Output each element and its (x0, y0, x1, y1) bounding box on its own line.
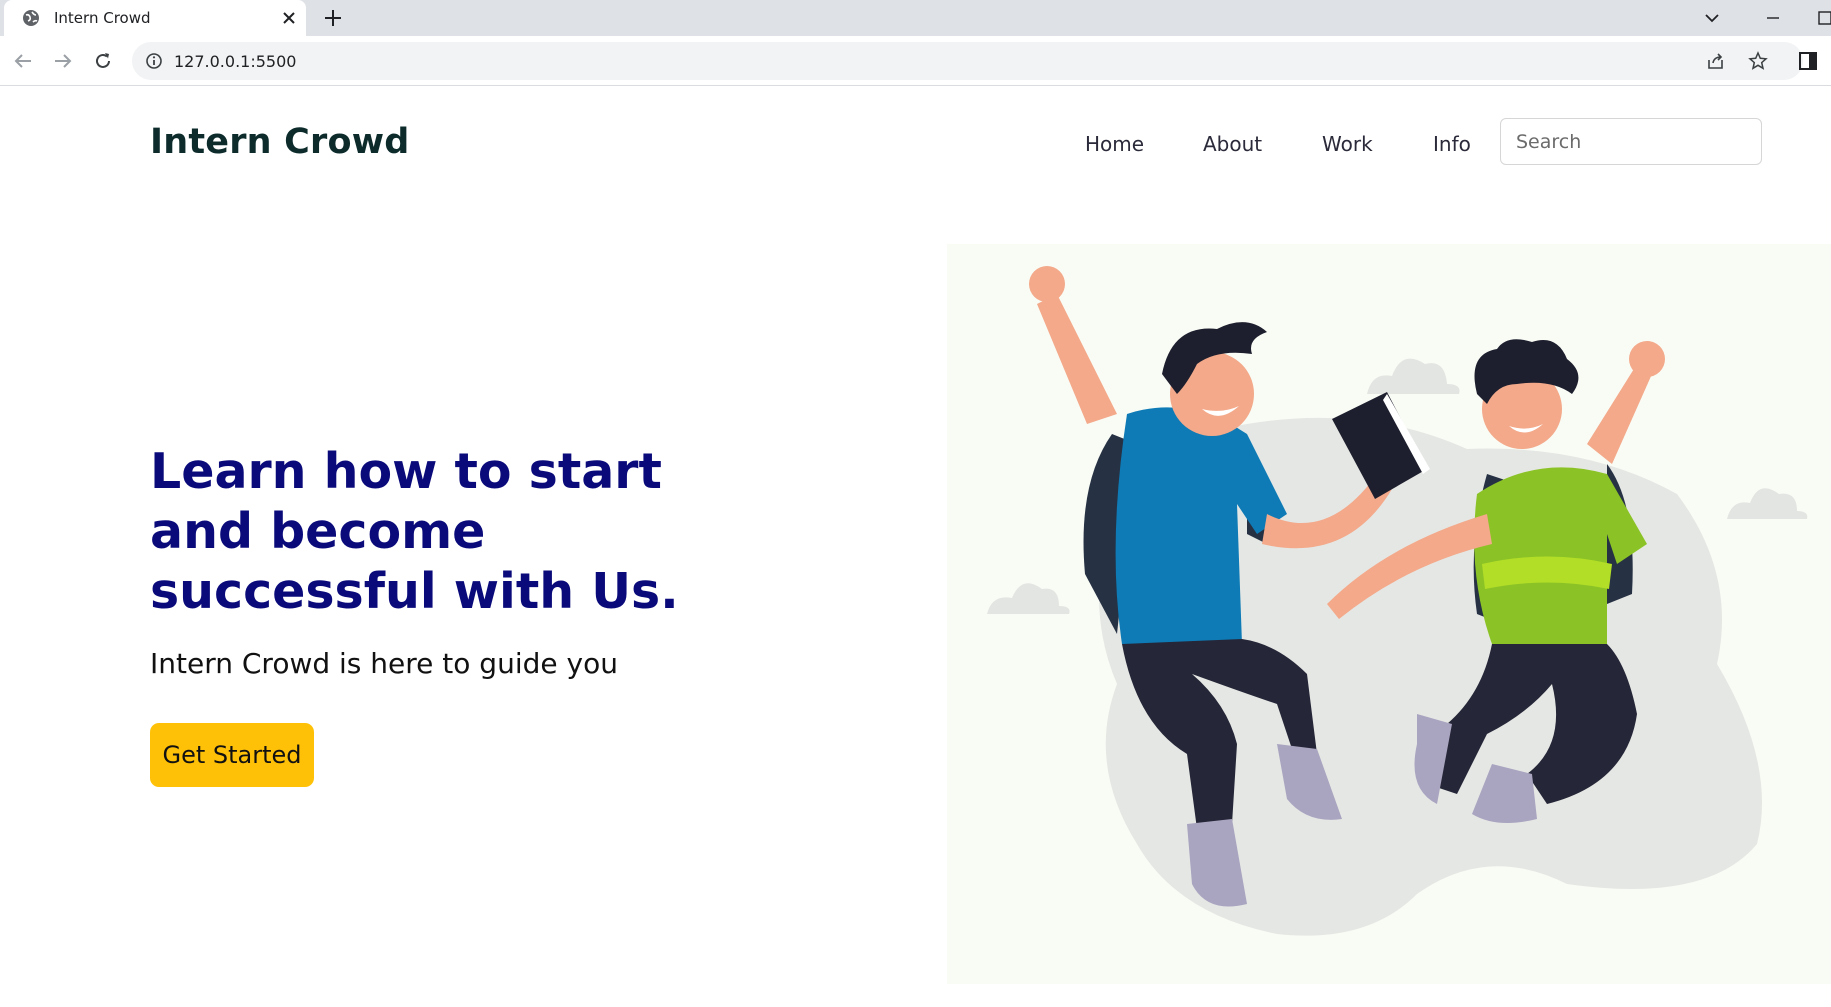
tab-title: Intern Crowd (54, 9, 151, 27)
nav-link-home[interactable]: Home (1085, 132, 1144, 156)
page: Intern Crowd Home About Work Info Learn … (0, 87, 1831, 1007)
nav-link-work[interactable]: Work (1322, 132, 1373, 156)
minimize-icon[interactable] (1763, 8, 1783, 28)
hero-subtitle: Intern Crowd is here to guide you (150, 647, 618, 680)
browser-toolbar: 127.0.0.1:5500 (0, 36, 1831, 86)
nav-link-info[interactable]: Info (1433, 132, 1471, 156)
side-panel-icon[interactable] (1797, 50, 1819, 72)
close-icon[interactable] (280, 9, 298, 27)
back-arrow-icon[interactable] (12, 50, 34, 72)
globe-icon (23, 10, 39, 26)
new-tab-icon[interactable] (322, 7, 344, 29)
brand-logo[interactable]: Intern Crowd (150, 122, 410, 162)
reload-icon[interactable] (92, 50, 114, 72)
hero-illustration (947, 244, 1831, 984)
nav-link-about[interactable]: About (1203, 132, 1262, 156)
maximize-icon[interactable] (1815, 8, 1831, 28)
browser-tab[interactable]: Intern Crowd (4, 0, 306, 36)
browser-tabstrip: Intern Crowd (0, 0, 1831, 36)
jumping-students-illustration (987, 266, 1808, 936)
url-text[interactable]: 127.0.0.1:5500 (174, 52, 296, 71)
chevron-down-icon[interactable] (1703, 9, 1721, 27)
search-input[interactable] (1500, 118, 1762, 165)
hero-title: Learn how to start and become successful… (150, 443, 679, 620)
info-icon[interactable] (145, 52, 163, 70)
share-icon[interactable] (1706, 51, 1726, 71)
get-started-button[interactable]: Get Started (150, 723, 314, 787)
address-bar[interactable]: 127.0.0.1:5500 (132, 42, 1803, 80)
forward-arrow-icon[interactable] (52, 50, 74, 72)
star-icon[interactable] (1748, 51, 1768, 71)
